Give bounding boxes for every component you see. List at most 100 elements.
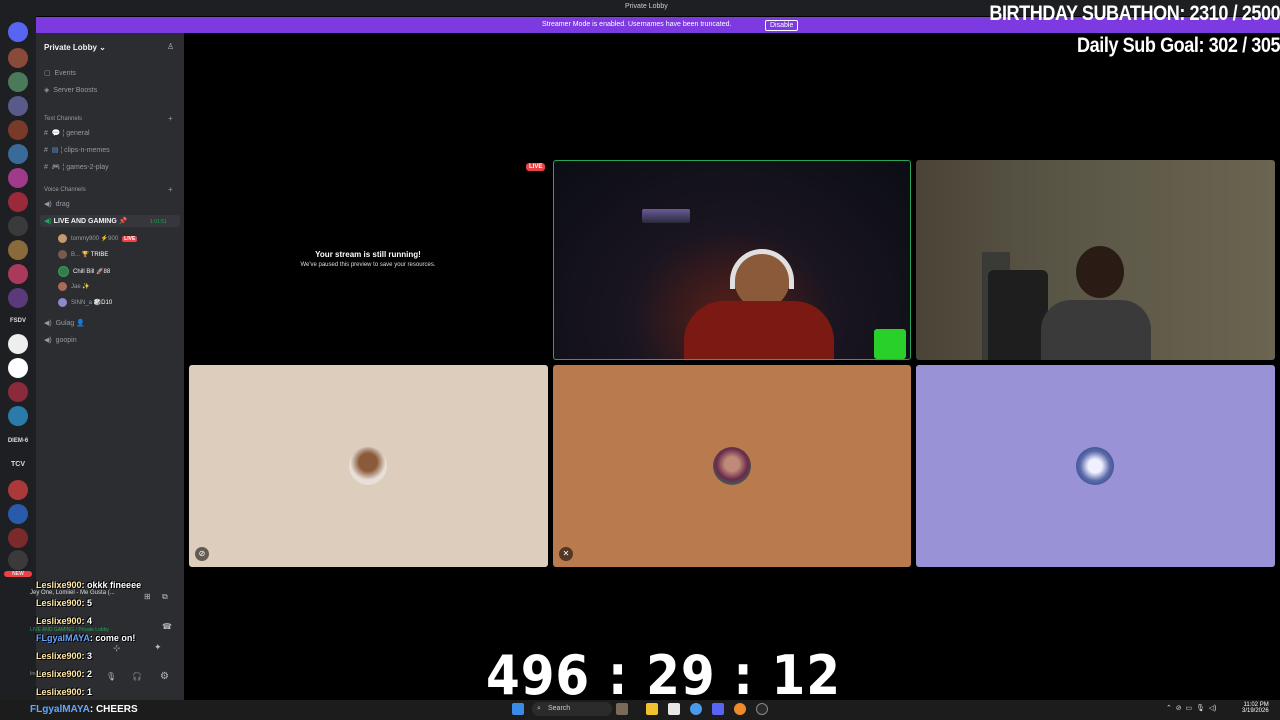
live-badge: LIVE: [122, 236, 138, 243]
paused-title: Your stream is still running!: [315, 250, 421, 259]
windows-start-icon[interactable]: [512, 703, 524, 715]
activity-icon[interactable]: ⊞: [144, 592, 151, 601]
chrome-icon[interactable]: [690, 703, 702, 715]
voice-user[interactable]: B... 🏆 TRIBE: [58, 250, 108, 259]
server-label[interactable]: FSDV: [4, 318, 32, 324]
add-text-channel-icon[interactable]: +: [168, 114, 173, 123]
voice-user[interactable]: Chill Bill 🚀88: [58, 266, 110, 277]
avatar: [58, 282, 67, 291]
settings-gear-icon[interactable]: ⚙: [160, 671, 169, 682]
speaker-icon: ◀): [44, 218, 52, 225]
server-icon[interactable]: [8, 264, 28, 284]
subathon-goal: BIRTHDAY SUBATHON: 2310 / 2500: [989, 2, 1280, 25]
chat-line: FLgyalMAYA: come on!: [36, 633, 136, 643]
browser-icon[interactable]: [734, 703, 746, 715]
obs-icon[interactable]: [756, 703, 768, 715]
server-icon[interactable]: [8, 528, 28, 548]
widget-icon[interactable]: [616, 703, 628, 715]
server-icon[interactable]: [8, 406, 28, 426]
invite-icon[interactable]: ♙: [167, 42, 177, 52]
channel-clips-n-memes[interactable]: # ▤ ¦ clips-n-memes: [44, 146, 110, 154]
voice-user[interactable]: SINN_a 🎲D10: [58, 298, 112, 307]
avatar: [58, 298, 67, 307]
discord-home-icon[interactable]: [8, 22, 28, 42]
voice-channel-drag[interactable]: ◀) drag: [44, 200, 70, 208]
activities-icon[interactable]: ⊹: [113, 643, 121, 654]
participant-body: [1041, 300, 1151, 360]
live-badge: LIVE: [526, 163, 546, 171]
system-tray[interactable]: ⌃ ⊘ ▭ 🎙 ◁): [1166, 704, 1217, 712]
disable-streamer-mode-button[interactable]: Disable: [765, 20, 799, 31]
voice-channel-gulag[interactable]: ◀) Gulag 👤: [44, 319, 85, 327]
discord-icon[interactable]: [712, 703, 724, 715]
new-badge: NEW: [4, 571, 32, 577]
voice-tile[interactable]: [916, 365, 1275, 567]
voice-channel-live-and-gaming[interactable]: ◀) LIVE AND GAMING 📌: [44, 217, 127, 225]
server-name-header[interactable]: Private Lobby ⌄: [44, 43, 106, 52]
server-icon[interactable]: [8, 382, 28, 402]
server-icon[interactable]: [8, 504, 28, 524]
taskbar-clock[interactable]: 11:02 PM 3/19/2026: [1242, 702, 1269, 714]
speaker-icon: ◀): [44, 201, 52, 208]
avatar: [58, 234, 67, 243]
server-icon[interactable]: [8, 240, 28, 260]
windows-taskbar: [0, 700, 1280, 720]
voice-user[interactable]: Jae ✨: [58, 282, 90, 291]
server-icon[interactable]: [8, 96, 28, 116]
server-label[interactable]: TCV: [4, 461, 32, 468]
server-icon[interactable]: [8, 288, 28, 308]
disconnect-icon[interactable]: ☎: [162, 622, 172, 631]
taskbar-search[interactable]: Search ⌕: [532, 702, 612, 716]
channel-games-2-play[interactable]: # 🎮 ¦ games-2-play: [44, 163, 109, 171]
server-icon[interactable]: [8, 48, 28, 68]
server-icon[interactable]: [8, 168, 28, 188]
file-explorer-icon[interactable]: [646, 703, 658, 715]
text-channels-category[interactable]: Text Channels: [44, 116, 82, 122]
voice-timer: 1:01:51: [150, 219, 167, 225]
events-item[interactable]: ▢ Events: [44, 69, 76, 77]
video-tile[interactable]: [916, 160, 1275, 360]
subathon-timer: 496 : 29 : 12: [486, 644, 841, 707]
chat-line: Leslixe900: 3: [36, 651, 93, 661]
server-icon[interactable]: [8, 334, 28, 354]
server-icon[interactable]: [8, 144, 28, 164]
voice-user[interactable]: tommy900 ⚡900 LIVE: [58, 234, 138, 243]
paused-subtitle: We've paused this preview to save your r…: [300, 262, 436, 268]
activity-icon[interactable]: ⧉: [162, 592, 168, 602]
green-light: [874, 329, 906, 359]
app-icon[interactable]: [668, 703, 680, 715]
banner-text: Streamer Mode is enabled. Usernames have…: [542, 21, 732, 28]
chat-line: Leslixe900: okkk fineeee: [36, 580, 142, 590]
server-icon[interactable]: [8, 358, 28, 378]
server-icon[interactable]: [8, 480, 28, 500]
channel-general[interactable]: # 💬 ¦ general: [44, 129, 90, 137]
server-boosts-item[interactable]: ◈ Server Boosts: [44, 86, 97, 94]
server-icon[interactable]: [8, 550, 28, 570]
voice-channels-category[interactable]: Voice Channels: [44, 187, 86, 193]
server-icon[interactable]: [8, 72, 28, 92]
speaker-icon: ◀): [44, 320, 52, 327]
voice-channel-goopin[interactable]: ◀) goopin: [44, 336, 77, 344]
server-icon[interactable]: [8, 192, 28, 212]
avatar: [349, 447, 387, 485]
server-label[interactable]: DIEM-6: [4, 438, 32, 444]
muted-mic-icon: ✕: [559, 547, 573, 561]
chat-line: Leslixe900: 1: [36, 687, 93, 697]
add-voice-channel-icon[interactable]: +: [168, 185, 173, 194]
server-icon[interactable]: [8, 120, 28, 140]
server-icon[interactable]: [8, 216, 28, 236]
chat-line: Leslixe900: 2: [36, 669, 93, 679]
chat-line: FLgyalMAYA: CHEERS: [30, 704, 138, 715]
deafened-icon: ⊘: [195, 547, 209, 561]
headset-shape: [730, 249, 794, 289]
background-monitor: [642, 209, 690, 223]
daily-sub-goal: Daily Sub Goal: 302 / 305: [1076, 34, 1280, 57]
chat-line: Leslixe900: 4: [36, 616, 93, 626]
voice-tile[interactable]: ✕: [553, 365, 911, 567]
video-tile-speaking[interactable]: [553, 160, 911, 360]
soundboard-icon[interactable]: ✦: [154, 642, 162, 653]
headset-icon[interactable]: 🎧: [132, 672, 142, 681]
mute-mic-icon[interactable]: 🎙: [106, 672, 116, 681]
stream-paused-tile[interactable]: Your stream is still running! We've paus…: [189, 160, 547, 360]
voice-tile[interactable]: ⊘: [189, 365, 548, 567]
